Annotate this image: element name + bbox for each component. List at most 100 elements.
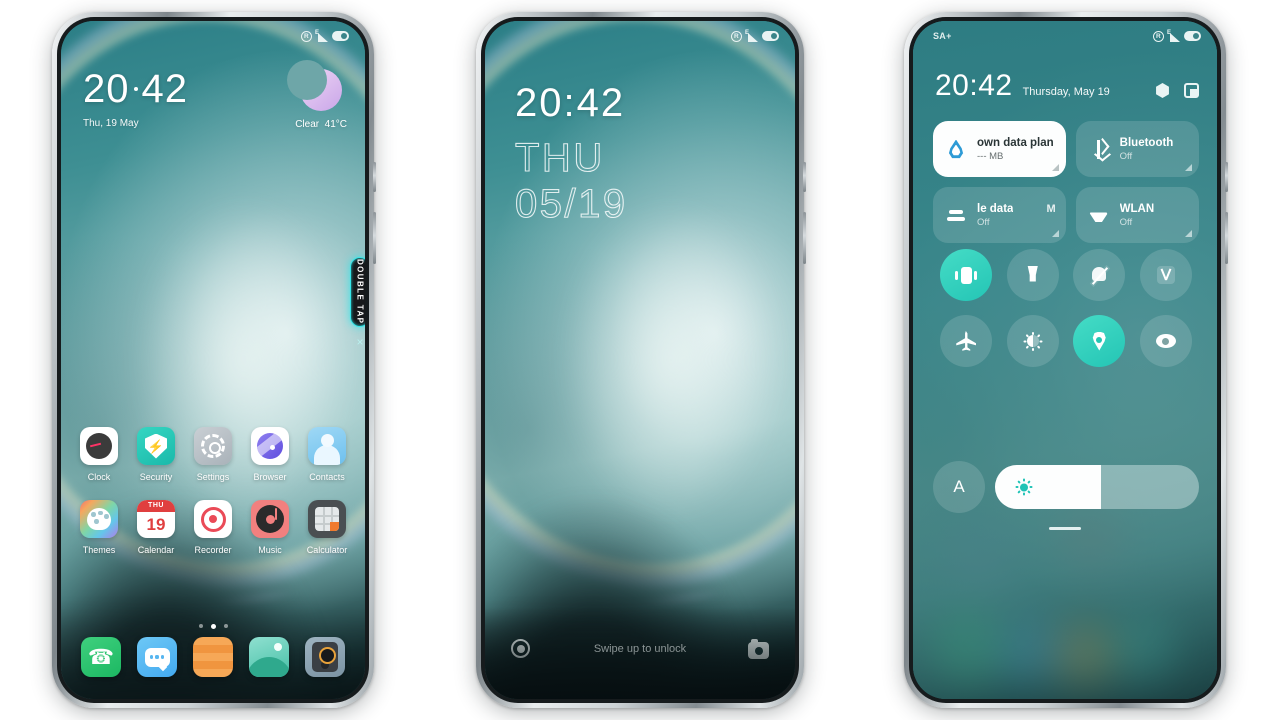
app-security[interactable]: Security [130, 427, 182, 482]
expand-arrow-icon[interactable] [1051, 230, 1059, 237]
tile-sublabel: Off [977, 216, 990, 228]
screenshot-icon[interactable] [1184, 83, 1199, 98]
calculator-app-icon [308, 500, 346, 538]
double-tap-badge[interactable]: DOUBLE TAP [350, 257, 365, 327]
app-contacts[interactable]: Contacts [301, 427, 353, 482]
location-toggle[interactable] [1073, 315, 1126, 367]
tile-wlan[interactable]: WLAN Off [1075, 187, 1199, 243]
airplane-toggle[interactable] [940, 315, 993, 367]
header-date: Thursday, May 19 [1022, 86, 1110, 98]
roaming-icon: R [1153, 30, 1164, 42]
phone-bezel: SA+ R E 20:42 Thursday, May 19 own data … [909, 17, 1221, 703]
tile-data-usage[interactable]: own data plan --- MB [933, 121, 1066, 177]
messages-dock-icon[interactable] [137, 637, 177, 677]
clock-widget[interactable]: 20 42 Thu, 19 May [83, 69, 188, 129]
lockscreen-time: 20:42 [515, 81, 626, 125]
brightness-slider[interactable] [995, 465, 1199, 509]
mobile-data-icon [945, 207, 967, 223]
app-calculator[interactable]: Calculator [301, 500, 353, 555]
browser-app-icon [251, 427, 289, 465]
app-label: Music [258, 545, 282, 555]
tile-mobile-data[interactable]: le data Off M [933, 187, 1066, 243]
screenshot-toggle[interactable] [1139, 249, 1192, 301]
volume-button[interactable] [1225, 212, 1228, 264]
volume-button[interactable] [373, 212, 376, 264]
calendar-app-icon: THU 19 [137, 500, 175, 538]
phone-bezel: R E 20 42 Thu, 19 May Clear 41°C DOUBLE … [57, 17, 369, 703]
weather-text: Clear 41°C [295, 119, 347, 130]
auto-brightness-toggle[interactable] [1006, 315, 1059, 367]
eye-icon [1155, 334, 1176, 348]
volume-button[interactable] [803, 212, 806, 264]
bell-off-icon [1090, 266, 1109, 285]
phone1-screen: R E 20 42 Thu, 19 May Clear 41°C DOUBLE … [61, 21, 365, 699]
close-icon[interactable]: × [352, 334, 365, 350]
header-time: 20:42 [935, 69, 1013, 102]
wifi-icon [1088, 208, 1110, 222]
tile-sublabel: --- MB [977, 150, 1004, 162]
quick-settings-tiles: own data plan --- MB Bluetooth Off le da… [933, 121, 1199, 243]
header-actions [1155, 83, 1199, 98]
tile-bluetooth[interactable]: Bluetooth Off [1075, 121, 1199, 177]
phone2-screen: R E 20:42 THU 05/19 Swipe up to unlock [485, 21, 795, 699]
expand-arrow-icon[interactable] [1185, 164, 1192, 171]
calendar-weekday: THU [137, 500, 175, 512]
app-grid: Clock Security Settings Browser [73, 427, 353, 573]
app-browser[interactable]: Browser [244, 427, 296, 482]
battery-icon [1184, 31, 1201, 41]
tile-label: Bluetooth [1119, 136, 1174, 149]
drag-handle[interactable] [913, 527, 1217, 530]
control-center-header: 20:42 Thursday, May 19 [935, 71, 1199, 101]
camera-dock-icon[interactable] [305, 637, 345, 677]
phone-home-screen: R E 20 42 Thu, 19 May Clear 41°C DOUBLE … [52, 12, 376, 708]
status-bar-right: R E [301, 30, 349, 42]
phone-dock-icon[interactable] [81, 637, 121, 677]
moon-icon [287, 60, 343, 111]
app-recorder[interactable]: Recorder [187, 500, 239, 555]
status-bar: R E [61, 21, 365, 51]
scissors-icon [1156, 266, 1175, 284]
status-bar-carrier: SA+ [933, 31, 952, 41]
app-clock[interactable]: Clock [73, 427, 125, 482]
app-themes[interactable]: Themes [73, 500, 125, 555]
expand-arrow-icon[interactable] [1185, 230, 1192, 237]
brightness-row: A [933, 461, 1199, 513]
weather-widget[interactable]: Clear 41°C [287, 60, 347, 130]
power-button[interactable] [1225, 162, 1228, 192]
vibrate-toggle[interactable] [940, 249, 993, 301]
data-usage-icon [945, 139, 967, 159]
app-label: Browser [253, 472, 287, 482]
screenshot-root: R E 20 42 Thu, 19 May Clear 41°C DOUBLE … [0, 0, 1280, 720]
clock-app-icon [80, 427, 118, 465]
status-bar: R E [485, 21, 795, 51]
app-label: Contacts [309, 472, 345, 482]
gallery-dock-icon[interactable] [249, 637, 289, 677]
power-button[interactable] [373, 162, 376, 192]
silent-toggle[interactable] [1073, 249, 1126, 301]
roaming-icon: R [301, 30, 312, 42]
phone-bezel: R E 20:42 THU 05/19 Swipe up to unlock [481, 17, 799, 703]
status-bar-right: R E [731, 30, 779, 42]
dock [61, 627, 365, 699]
app-calendar[interactable]: THU 19 Calendar [130, 500, 182, 555]
battery-icon [762, 31, 779, 41]
flashlight-toggle[interactable] [1006, 249, 1059, 301]
app-label: Calendar [137, 545, 175, 555]
clock-minute: 42 [141, 67, 188, 111]
phone-lock-screen: R E 20:42 THU 05/19 Swipe up to unlock [476, 12, 806, 708]
location-pin-icon [1092, 331, 1106, 351]
signal-icon: E [1167, 30, 1180, 42]
app-settings[interactable]: Settings [187, 427, 239, 482]
app-music[interactable]: Music [244, 500, 296, 555]
auto-brightness-button[interactable]: A [933, 461, 985, 513]
lockscreen-date: 05/19 [514, 182, 628, 226]
eye-care-toggle[interactable] [1139, 315, 1192, 367]
expand-arrow-icon[interactable] [1051, 164, 1059, 171]
phone-control-center: SA+ R E 20:42 Thursday, May 19 own data … [904, 12, 1228, 708]
app-row-1: Clock Security Settings Browser [73, 427, 353, 482]
settings-icon[interactable] [1156, 83, 1169, 98]
notes-dock-icon[interactable] [193, 637, 233, 677]
power-button[interactable] [803, 162, 806, 192]
app-label: Recorder [194, 545, 232, 555]
weather-temperature: 41°C [324, 119, 347, 130]
